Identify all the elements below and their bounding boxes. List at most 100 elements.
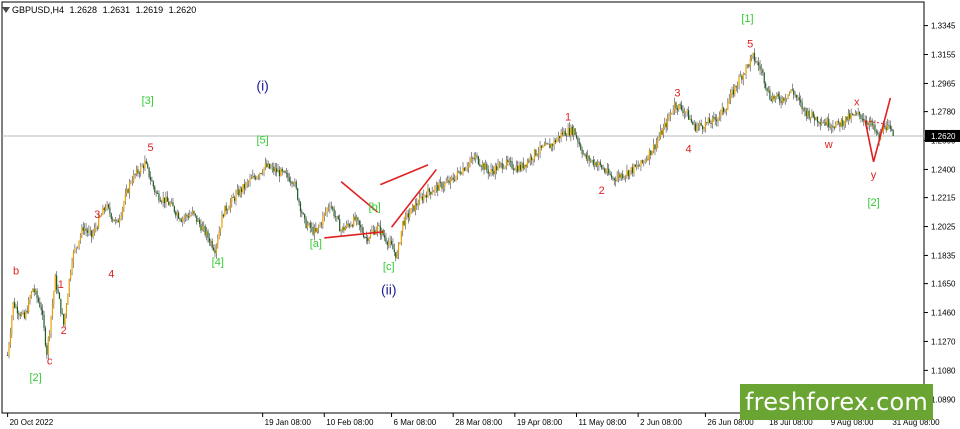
candle-body bbox=[716, 119, 718, 122]
time-tick-label: 19 Apr 08:00 bbox=[517, 418, 563, 427]
candle-body bbox=[222, 214, 224, 217]
candle-body bbox=[322, 216, 324, 225]
candle-body bbox=[678, 104, 680, 111]
candle-body bbox=[760, 69, 763, 71]
candle-body bbox=[16, 306, 19, 314]
candle-body bbox=[263, 167, 265, 173]
candle-body bbox=[53, 291, 55, 304]
candle-body bbox=[411, 205, 414, 209]
open-value: 1.2628 bbox=[69, 5, 98, 15]
candle-body bbox=[292, 183, 295, 185]
candle-body bbox=[40, 307, 42, 311]
candle-body bbox=[25, 311, 27, 319]
candle-body bbox=[521, 162, 523, 171]
candles bbox=[7, 48, 894, 361]
candle-body bbox=[418, 196, 421, 205]
candle-body bbox=[561, 132, 564, 135]
candle-body bbox=[336, 216, 338, 217]
candle-body bbox=[413, 205, 415, 212]
candle-body bbox=[522, 162, 524, 169]
candle-body bbox=[266, 163, 268, 167]
candle-body bbox=[274, 168, 276, 172]
candle-body bbox=[154, 186, 156, 192]
candle-body bbox=[675, 102, 677, 109]
candle-body bbox=[165, 196, 167, 204]
candle-body bbox=[802, 107, 805, 110]
candle-body bbox=[731, 89, 733, 94]
candle-body bbox=[326, 208, 328, 213]
candle-body bbox=[753, 52, 756, 62]
candle-body bbox=[297, 188, 299, 200]
candle-body bbox=[468, 163, 470, 168]
candle-body bbox=[37, 298, 40, 302]
candle-body bbox=[707, 118, 709, 123]
candle-body bbox=[462, 168, 464, 174]
candle-body bbox=[465, 168, 467, 171]
candle-body bbox=[270, 167, 272, 169]
candle-body bbox=[414, 203, 416, 212]
candle-body bbox=[417, 204, 419, 206]
candle-body bbox=[309, 222, 311, 228]
candle-body bbox=[549, 143, 551, 149]
candle-body bbox=[107, 204, 110, 208]
candle-body bbox=[816, 117, 819, 123]
candle-body bbox=[638, 166, 641, 167]
candle-body bbox=[434, 186, 436, 192]
candle-body bbox=[70, 272, 72, 279]
candle-body bbox=[340, 230, 342, 232]
candle-body bbox=[529, 156, 531, 162]
time-tick-label: 20 Oct 2022 bbox=[10, 418, 54, 427]
candle-body bbox=[479, 164, 481, 166]
candle-body bbox=[288, 177, 290, 182]
trendline bbox=[380, 164, 429, 186]
candle-body bbox=[804, 107, 806, 111]
candle-body bbox=[135, 169, 138, 175]
candle-body bbox=[333, 208, 335, 217]
candle-body bbox=[365, 237, 367, 238]
candle-body bbox=[531, 156, 533, 161]
candle-body bbox=[783, 97, 785, 101]
candle-body bbox=[278, 170, 281, 177]
candle-body bbox=[152, 181, 154, 187]
candle-body bbox=[203, 226, 205, 227]
candle-body bbox=[120, 215, 122, 219]
candle-body bbox=[92, 232, 94, 237]
candle-body bbox=[630, 167, 632, 171]
dropdown-triangle-icon[interactable] bbox=[2, 7, 10, 13]
candle-body bbox=[610, 174, 613, 178]
candle-body bbox=[232, 197, 234, 198]
candle-body bbox=[14, 301, 16, 308]
candle-body bbox=[351, 225, 353, 227]
candle-body bbox=[696, 126, 698, 131]
candle-body bbox=[797, 97, 799, 99]
candle-body bbox=[378, 225, 380, 226]
candle-body bbox=[460, 173, 463, 175]
candle-body bbox=[511, 161, 513, 169]
candle-body bbox=[249, 178, 251, 183]
candle-body bbox=[532, 159, 534, 161]
candle-body bbox=[147, 163, 149, 168]
candle-body bbox=[19, 314, 21, 316]
wave-label: 2 bbox=[61, 325, 67, 337]
candle-body bbox=[547, 143, 550, 145]
candle-body bbox=[560, 132, 562, 139]
candle-body bbox=[112, 218, 114, 220]
candle-body bbox=[745, 65, 747, 74]
candle-body bbox=[619, 174, 621, 178]
candle-body bbox=[504, 166, 506, 168]
candle-body bbox=[643, 161, 645, 163]
candle-body bbox=[767, 90, 770, 92]
candle-body bbox=[406, 213, 408, 215]
candle-body bbox=[127, 189, 129, 193]
candle-body bbox=[96, 227, 98, 229]
candle-body bbox=[704, 122, 707, 130]
candle-body bbox=[327, 207, 330, 209]
candle-body bbox=[257, 176, 260, 177]
price-tick-label: 1.3345 bbox=[931, 22, 956, 31]
candle-body bbox=[815, 117, 817, 121]
candle-body bbox=[578, 142, 580, 145]
candle-body bbox=[717, 118, 719, 122]
candle-body bbox=[145, 161, 147, 164]
candle-body bbox=[867, 122, 869, 125]
wave-label: [2] bbox=[867, 197, 879, 209]
